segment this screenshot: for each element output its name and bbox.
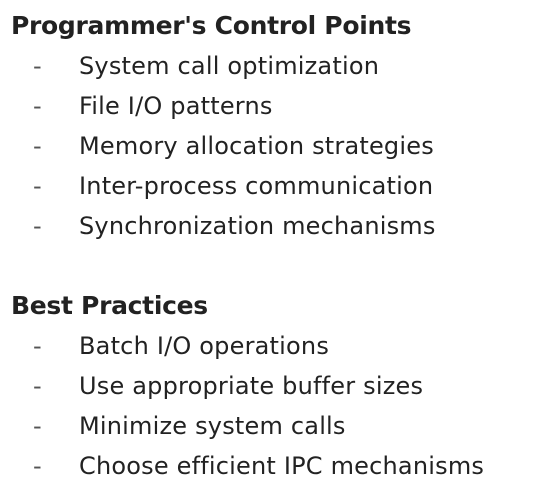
section-best-practices: Best Practices - Batch I/O operations - …: [11, 288, 541, 486]
list-item: - Synchronization mechanisms: [11, 206, 541, 246]
list-item-text: File I/O patterns: [79, 92, 273, 120]
bullet-dash: -: [33, 212, 42, 240]
list-item-text: Inter-process communication: [79, 172, 434, 200]
bullet-dash: -: [33, 132, 42, 160]
document-page: Programmer's Control Points - System cal…: [0, 0, 550, 500]
list-item: - Minimize system calls: [11, 406, 541, 446]
list-item: - Inter-process communication: [11, 166, 541, 206]
list-item-text: Choose efficient IPC mechanisms: [79, 452, 485, 480]
list-item: - Use appropriate buffer sizes: [11, 366, 541, 406]
bullet-dash: -: [33, 172, 42, 200]
bullet-dash: -: [33, 372, 42, 400]
section-control-points: Programmer's Control Points - System cal…: [11, 8, 541, 246]
list-item-text: Batch I/O operations: [79, 332, 330, 360]
bullet-list: - Batch I/O operations - Use appropriate…: [11, 326, 541, 486]
list-item-text: System call optimization: [79, 52, 380, 80]
bullet-dash: -: [33, 52, 42, 80]
bullet-dash: -: [33, 452, 42, 480]
bullet-list: - System call optimization - File I/O pa…: [11, 46, 541, 246]
list-item-text: Use appropriate buffer sizes: [79, 372, 424, 400]
list-item-text: Synchronization mechanisms: [79, 212, 436, 240]
list-item: - Choose efficient IPC mechanisms: [11, 446, 541, 486]
section-heading: Best Practices: [11, 291, 208, 320]
bullet-dash: -: [33, 332, 42, 360]
list-item-text: Memory allocation strategies: [79, 132, 434, 160]
bullet-dash: -: [33, 412, 42, 440]
list-item: - System call optimization: [11, 46, 541, 86]
list-item-text: Minimize system calls: [79, 412, 346, 440]
list-item: - Batch I/O operations: [11, 326, 541, 366]
bullet-dash: -: [33, 92, 42, 120]
list-item: - File I/O patterns: [11, 86, 541, 126]
section-heading: Programmer's Control Points: [11, 11, 412, 40]
list-item: - Memory allocation strategies: [11, 126, 541, 166]
